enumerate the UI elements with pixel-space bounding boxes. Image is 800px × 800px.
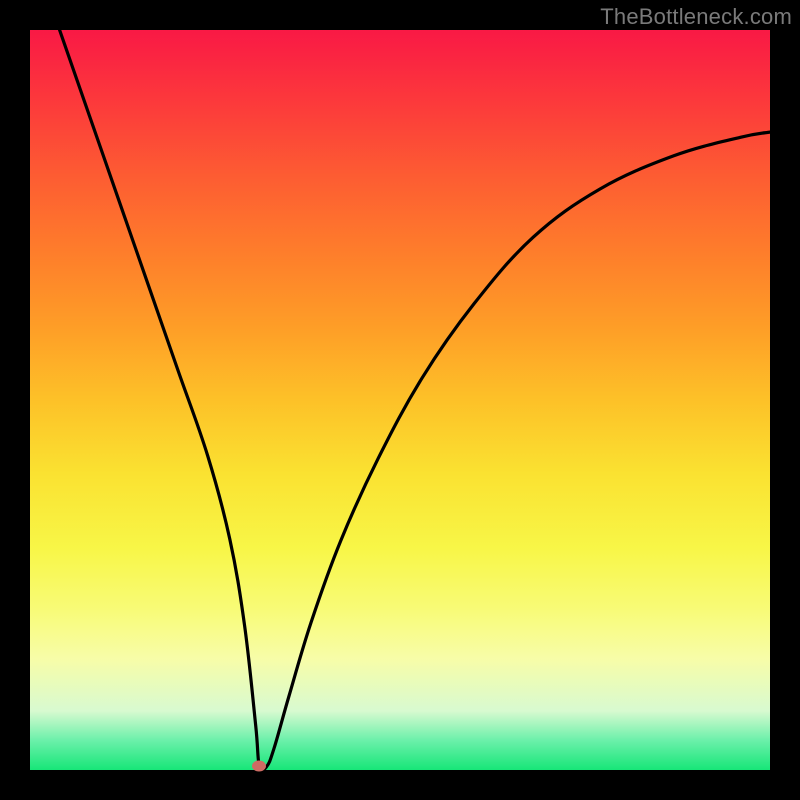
bottleneck-curve (30, 30, 770, 770)
watermark: TheBottleneck.com (600, 4, 792, 30)
plot-area (30, 30, 770, 770)
chart-container: TheBottleneck.com (0, 0, 800, 800)
minimum-marker (252, 761, 266, 772)
